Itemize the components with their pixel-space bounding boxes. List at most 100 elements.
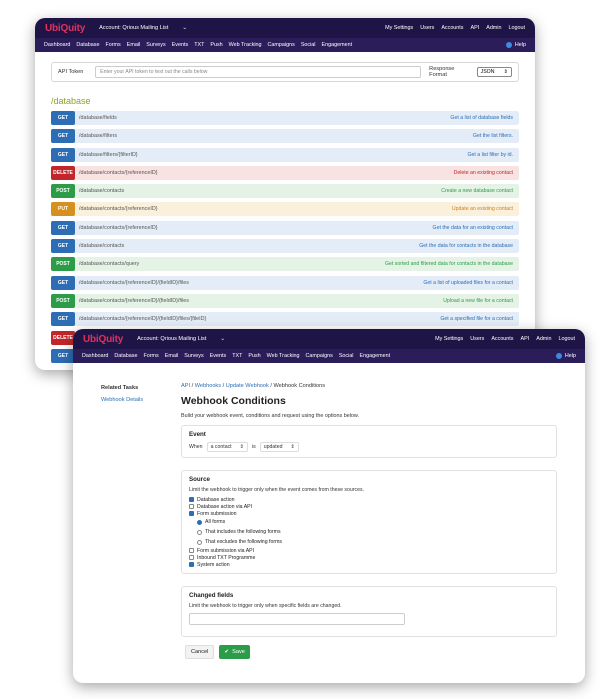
endpoint-description: Get sorted and filtered data for contact… <box>384 261 513 268</box>
nav-web-tracking[interactable]: Web Tracking <box>229 42 262 48</box>
endpoint-description: Get a list of uploaded files for a conta… <box>423 279 513 286</box>
nav-forms[interactable]: Forms <box>105 42 120 48</box>
top-link-my-settings[interactable]: My Settings <box>435 336 463 342</box>
save-button[interactable]: ✔ Save <box>219 645 250 659</box>
nav-push[interactable]: Push <box>248 353 260 359</box>
top-link-my-settings[interactable]: My Settings <box>385 25 413 31</box>
method-badge: GET <box>51 239 75 254</box>
response-format-select[interactable]: JSON ⇕ <box>476 67 512 77</box>
nav-surveys[interactable]: Surveys <box>184 353 203 359</box>
cancel-button[interactable]: Cancel <box>185 645 215 659</box>
checkbox[interactable] <box>189 562 194 567</box>
help-label: Help <box>564 353 576 359</box>
account-selector[interactable]: Account: Qrious Mailing List <box>137 336 206 342</box>
help-link[interactable]: Help <box>555 353 576 359</box>
endpoint-row[interactable]: GET/database/contacts/{referenceID}/{fie… <box>51 312 519 327</box>
chevron-down-icon[interactable]: ⌄ <box>220 336 225 342</box>
nav-events[interactable]: Events <box>210 353 226 359</box>
webhook-details-link[interactable]: Webhook Details <box>101 397 143 403</box>
top-link-api[interactable]: API <box>521 336 530 342</box>
nav-dashboard[interactable]: Dashboard <box>44 42 70 48</box>
form-option[interactable]: All forms <box>197 517 549 527</box>
endpoint-path: /database/contacts <box>79 243 125 250</box>
when-label: When <box>189 444 203 450</box>
changed-fields-card: Changed fields Limit the webhook to trig… <box>181 586 557 637</box>
method-badge: GET <box>51 220 75 235</box>
page-title: Webhook Conditions <box>181 395 286 407</box>
nav-forms[interactable]: Forms <box>143 353 158 359</box>
nav-web-tracking[interactable]: Web Tracking <box>267 353 300 359</box>
nav-campaigns[interactable]: Campaigns <box>306 353 333 359</box>
endpoint-row[interactable]: GET/database/contacts Get the data for co… <box>51 239 519 254</box>
source-option[interactable]: Form submission via API <box>189 547 549 554</box>
radio-button[interactable] <box>197 519 202 525</box>
endpoint-row[interactable]: PUT/database/contacts/{referenceID} Updat… <box>51 202 519 217</box>
help-link[interactable]: Help <box>505 42 526 48</box>
nav-surveys[interactable]: Surveys <box>146 42 165 48</box>
top-link-api[interactable]: API <box>471 25 480 31</box>
breadcrumb-update-webhook[interactable]: Update Webhook <box>226 383 269 389</box>
endpoint-description: Get the list filters. <box>472 133 513 140</box>
nav-email[interactable]: Email <box>165 353 178 359</box>
nav-txt[interactable]: TXT <box>232 353 242 359</box>
breadcrumb-api[interactable]: API <box>181 383 190 389</box>
checkbox[interactable] <box>189 497 194 502</box>
checkbox[interactable] <box>189 504 194 509</box>
checkbox[interactable] <box>189 555 194 560</box>
ubiquity-logo[interactable]: UbiQuity <box>45 23 85 34</box>
form-option[interactable]: That excludes the following forms <box>197 537 549 547</box>
nav-txt[interactable]: TXT <box>194 42 204 48</box>
endpoint-row[interactable]: DELETE/database/contacts/{referenceID} De… <box>51 165 519 180</box>
chevron-down-icon[interactable]: ⌄ <box>182 25 187 31</box>
source-heading: Source <box>189 476 210 483</box>
endpoint-row[interactable]: GET/database/filters Get the list filters… <box>51 129 519 144</box>
method-badge: PUT <box>51 202 75 217</box>
endpoint-row[interactable]: GET/database/contacts/{referenceID}/{fie… <box>51 275 519 290</box>
nav-social[interactable]: Social <box>301 42 316 48</box>
top-link-users[interactable]: Users <box>470 336 484 342</box>
source-option[interactable]: Inbound TXT Programme <box>189 554 549 561</box>
checkbox[interactable] <box>189 548 194 553</box>
nav-engagement[interactable]: Engagement <box>322 42 353 48</box>
top-link-admin[interactable]: Admin <box>486 25 501 31</box>
endpoint-row[interactable]: POST/database/contacts/{referenceID}/{fi… <box>51 293 519 308</box>
breadcrumb-webhooks[interactable]: Webhooks <box>195 383 221 389</box>
event-subject-select[interactable]: a contact ⇕ <box>206 442 248 452</box>
account-selector[interactable]: Account: Qrious Mailing List <box>99 25 168 31</box>
nav-database[interactable]: Database <box>114 353 137 359</box>
ubiquity-logo[interactable]: UbiQuity <box>83 334 123 345</box>
source-option[interactable]: Database action via API <box>189 503 549 510</box>
top-link-accounts[interactable]: Accounts <box>491 336 513 342</box>
nav-database[interactable]: Database <box>76 42 99 48</box>
api-token-input[interactable]: Enter your API token to test out the cal… <box>95 66 422 78</box>
endpoint-row[interactable]: GET/database/fields Get a list of databas… <box>51 111 519 125</box>
top-link-logout[interactable]: Logout <box>559 336 576 342</box>
nav-campaigns[interactable]: Campaigns <box>268 42 295 48</box>
nav-push[interactable]: Push <box>210 42 222 48</box>
checkbox[interactable] <box>189 511 194 516</box>
top-link-admin[interactable]: Admin <box>536 336 551 342</box>
radio-button[interactable] <box>197 539 202 545</box>
source-option[interactable]: Database action <box>189 496 549 503</box>
source-option[interactable]: Form submission <box>189 510 549 517</box>
endpoint-row[interactable]: GET/database/filters/{filterID} Get a lis… <box>51 147 519 162</box>
endpoint-row[interactable]: POST/database/contacts/query Get sorted a… <box>51 257 519 272</box>
top-link-accounts[interactable]: Accounts <box>441 25 463 31</box>
top-link-logout[interactable]: Logout <box>509 25 526 31</box>
source-option[interactable]: System action <box>189 561 549 568</box>
changed-fields-input[interactable] <box>189 613 405 625</box>
form-option[interactable]: That includes the following forms <box>197 527 549 537</box>
top-link-users[interactable]: Users <box>420 25 434 31</box>
section-title: /database <box>51 96 91 106</box>
source-option-label: Form submission via API <box>197 547 255 554</box>
nav-engagement[interactable]: Engagement <box>360 353 391 359</box>
event-state-select[interactable]: updated ⇕ <box>259 442 299 452</box>
nav-events[interactable]: Events <box>172 42 188 48</box>
nav-dashboard[interactable]: Dashboard <box>82 353 108 359</box>
endpoint-row[interactable]: POST/database/contacts Create a new datab… <box>51 184 519 199</box>
nav-social[interactable]: Social <box>339 353 354 359</box>
nav-email[interactable]: Email <box>127 42 140 48</box>
endpoint-row[interactable]: GET/database/contacts/{referenceID} Get t… <box>51 220 519 235</box>
radio-button[interactable] <box>197 529 202 535</box>
event-state-value: updated <box>263 444 283 450</box>
